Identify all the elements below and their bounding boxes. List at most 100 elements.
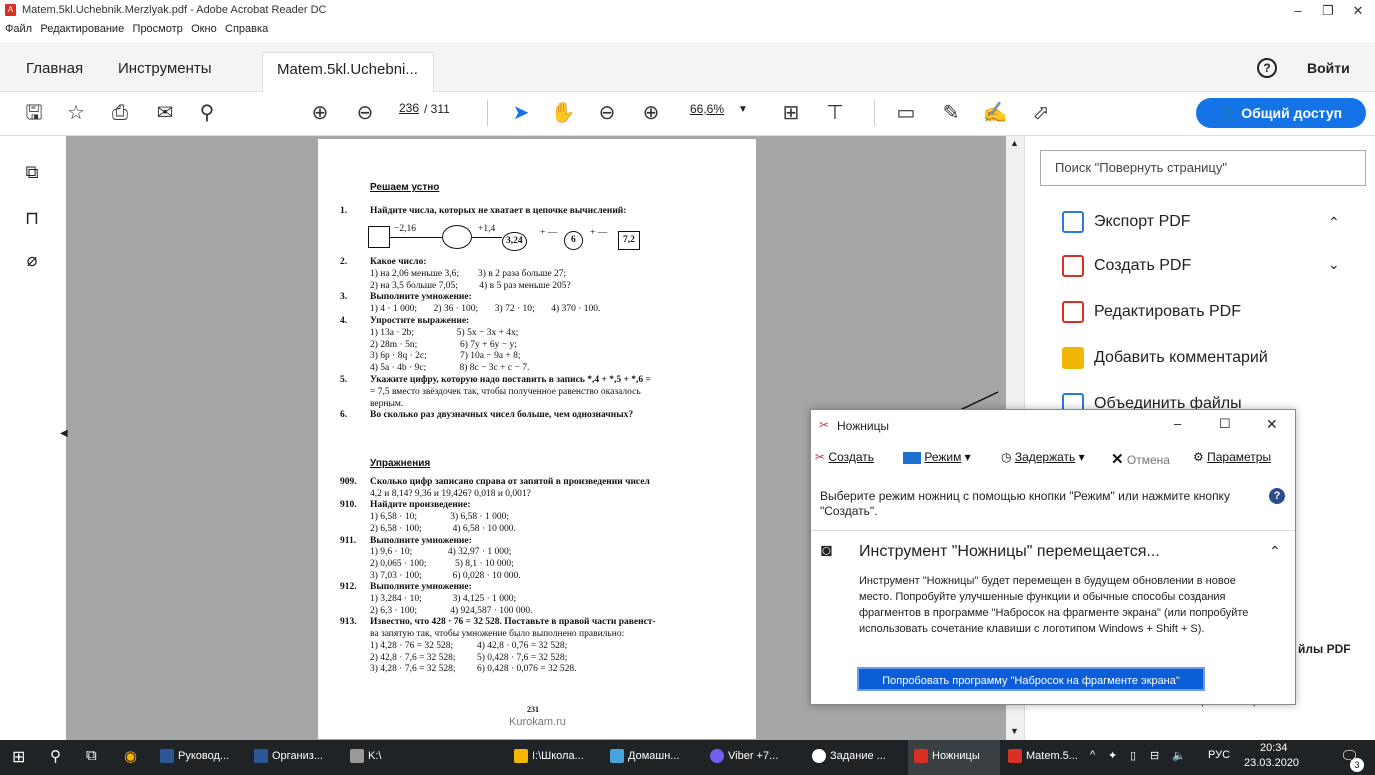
hand-tool-icon[interactable]: ✋ bbox=[550, 100, 576, 126]
comment-icon[interactable]: ▭ bbox=[893, 100, 919, 126]
create-pdf-item[interactable]: Создать PDF bbox=[1062, 252, 1191, 280]
tools-search-input[interactable]: Поиск "Повернуть страницу" bbox=[1040, 150, 1366, 186]
exercise-number: 1. bbox=[340, 206, 348, 216]
tab-home[interactable]: Главная bbox=[12, 52, 97, 92]
export-pdf-item[interactable]: Экспорт PDF bbox=[1062, 208, 1191, 236]
windows-start-icon[interactable]: ⊞ bbox=[12, 747, 25, 767]
taskbar-item-folder2[interactable]: Домашн... bbox=[610, 749, 679, 763]
print-icon[interactable]: ⎙ bbox=[107, 100, 133, 126]
share-button[interactable]: 👤 Общий доступ bbox=[1196, 98, 1366, 128]
page-down-icon[interactable]: ⊖ bbox=[352, 100, 378, 126]
scroll-up-icon[interactable]: ▲ bbox=[1010, 138, 1019, 148]
taskbar-item-viber[interactable]: Viber +7... bbox=[710, 749, 778, 763]
options-gear-icon: ⚙ bbox=[1193, 450, 1204, 464]
search-zoom-icon[interactable]: ⚲ bbox=[194, 100, 220, 126]
attachments-icon[interactable]: ⌀ bbox=[22, 250, 42, 272]
delay-label: Задержать bbox=[1014, 450, 1076, 464]
scroll-down-icon[interactable]: ▼ bbox=[1010, 726, 1019, 736]
zoom-in-icon[interactable]: ⊕ bbox=[638, 100, 664, 126]
email-icon[interactable]: ✉ bbox=[152, 100, 178, 126]
clock-date[interactable]: 23.03.2020 bbox=[1244, 757, 1299, 769]
comment-item[interactable]: Добавить комментарий bbox=[1062, 344, 1268, 372]
taskbar-item-drive[interactable]: K:\ bbox=[350, 749, 381, 763]
read-mode-icon[interactable]: ⊤ bbox=[822, 100, 848, 126]
chain-diagram: −2,16 +1,4 3,24 + — 6 + — 7,2 bbox=[368, 224, 658, 251]
edit-pdf-icon bbox=[1062, 300, 1084, 323]
cancel-button[interactable]: ✕ Отмена bbox=[1111, 450, 1170, 468]
zoom-select[interactable]: 66,6% bbox=[690, 102, 724, 116]
menu-edit[interactable]: Редактирование bbox=[40, 20, 124, 38]
tray-battery-icon[interactable]: ▯ bbox=[1130, 749, 1136, 762]
save-icon[interactable]: 🖫 bbox=[21, 100, 47, 126]
clock-time[interactable]: 20:34 bbox=[1260, 742, 1288, 754]
highlight-pen-icon[interactable]: ✎ bbox=[938, 100, 964, 126]
pages-icon[interactable]: ⧉ bbox=[22, 162, 42, 184]
tab-tools[interactable]: Инструменты bbox=[104, 52, 226, 92]
taskbar-item-acrobat[interactable]: Matem.5... bbox=[1008, 749, 1078, 763]
menu-file[interactable]: Файл bbox=[5, 20, 32, 38]
collapse-left-icon[interactable]: ◀ bbox=[60, 428, 68, 439]
delay-button[interactable]: ◷ Задержать ▾ bbox=[1001, 450, 1085, 464]
comment-item-label: Добавить комментарий bbox=[1094, 349, 1268, 366]
chrome-icon[interactable]: ◉ bbox=[124, 747, 137, 765]
taskbar-item-folder1[interactable]: I:\Школа... bbox=[514, 749, 584, 763]
taskbar-item-word2[interactable]: Организ... bbox=[254, 749, 323, 763]
close-icon[interactable]: ✕ bbox=[1343, 2, 1373, 20]
chevron-up-icon[interactable]: ⌃ bbox=[1328, 214, 1340, 231]
tray-network-icon[interactable]: ⊟ bbox=[1150, 749, 1159, 762]
menu-window[interactable]: Окно bbox=[191, 20, 217, 38]
exercise-text: 2) 28m · 5n; 6) 7y + 6y − y; bbox=[370, 339, 517, 350]
task-view-icon[interactable]: ⧉ bbox=[86, 747, 97, 764]
help-icon[interactable]: ? bbox=[1257, 58, 1277, 78]
snip-minimize-icon[interactable]: – bbox=[1174, 416, 1181, 431]
exercise-text: ва запятую так, чтобы умножение было вып… bbox=[370, 629, 625, 640]
exercise-text: 1) 9,6 · 10; 4) 32,97 · 1 000; bbox=[370, 547, 512, 558]
tab-document[interactable]: Matem.5kl.Uchebni... × bbox=[262, 52, 434, 112]
zoom-dropdown-icon[interactable]: ▼ bbox=[738, 104, 748, 115]
exercise-number: 6. bbox=[340, 410, 348, 421]
bookmark-star-icon[interactable]: ☆ bbox=[63, 100, 89, 126]
page-number-input[interactable]: 236 bbox=[398, 101, 420, 115]
fit-page-icon[interactable]: ⊞ bbox=[778, 100, 804, 126]
try-snip-sketch-button[interactable]: Попробовать программу "Набросок на фрагм… bbox=[857, 667, 1205, 691]
tray-chevron-icon[interactable]: ^ bbox=[1090, 749, 1095, 761]
exercise-text: 2) 6,58 · 100; 4) 6,58 · 10 000. bbox=[370, 523, 516, 534]
select-cursor-icon[interactable]: ➤ bbox=[508, 100, 534, 126]
menu-view[interactable]: Просмотр bbox=[133, 20, 183, 38]
tray-apps-icon[interactable]: ✦ bbox=[1108, 749, 1117, 762]
taskbar-item-word1[interactable]: Руковод... bbox=[160, 749, 229, 763]
new-snip-button[interactable]: ✂ Создать bbox=[815, 450, 874, 464]
maximize-icon[interactable]: ❐ bbox=[1313, 2, 1343, 20]
search-icon[interactable]: ⚲ bbox=[50, 747, 61, 765]
bookmarks-icon[interactable]: ⊓ bbox=[22, 208, 42, 230]
snipping-tool-window[interactable]: ✂ Ножницы – ☐ ✕ ✂ Создать Режим ▾ ◷ Заде… bbox=[810, 409, 1296, 705]
snip-help-icon[interactable]: ? bbox=[1269, 488, 1285, 504]
edit-pdf-item[interactable]: Редактировать PDF bbox=[1062, 298, 1241, 326]
zoom-out-icon[interactable]: ⊖ bbox=[594, 100, 620, 126]
exercise-text: 3) 4,28 · 7,6 = 32 528; 6) 0,428 · 0,076… bbox=[370, 664, 577, 675]
minimize-icon[interactable]: – bbox=[1283, 2, 1313, 20]
taskbar-item-snipping[interactable]: Ножницы bbox=[908, 740, 1000, 775]
snip-title: Ножницы bbox=[837, 419, 890, 433]
snip-close-icon[interactable]: ✕ bbox=[1266, 416, 1278, 433]
export-pdf-icon bbox=[1062, 210, 1084, 233]
chevron-down-icon[interactable]: ⌄ bbox=[1328, 256, 1340, 273]
chain-box bbox=[368, 226, 390, 248]
exercise-number: 910. bbox=[340, 500, 357, 511]
chain-value: 7,2 bbox=[618, 231, 640, 250]
tray-volume-icon[interactable]: 🔈 bbox=[1172, 749, 1186, 762]
snip-maximize-icon[interactable]: ☐ bbox=[1219, 416, 1231, 432]
page-up-icon[interactable]: ⊕ bbox=[307, 100, 333, 126]
exercise-text: Выполните умножение: bbox=[370, 535, 472, 546]
mode-button[interactable]: Режим ▾ bbox=[903, 450, 971, 464]
sign-icon[interactable]: ✍ bbox=[982, 100, 1008, 126]
language-indicator[interactable]: РУС bbox=[1208, 749, 1230, 761]
options-button[interactable]: ⚙ Параметры bbox=[1193, 450, 1271, 464]
exercise-text: 1) 3,284 · 10; 3) 4,125 · 1 000; bbox=[370, 594, 517, 604]
more-tools-icon[interactable]: ⬀ bbox=[1028, 100, 1054, 126]
login-button[interactable]: Войти bbox=[1307, 60, 1350, 76]
taskbar-label: Matem.5... bbox=[1026, 749, 1078, 762]
taskbar-item-yandex[interactable]: Задание ... bbox=[812, 749, 886, 763]
notice-collapse-icon[interactable]: ⌃ bbox=[1269, 543, 1281, 560]
menu-help[interactable]: Справка bbox=[225, 20, 268, 38]
